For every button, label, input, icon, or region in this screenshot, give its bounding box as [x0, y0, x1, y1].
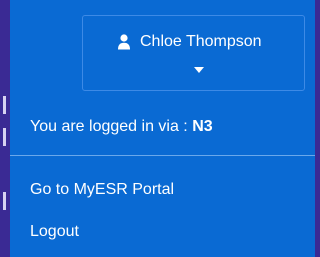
caret-down-icon[interactable] [194, 67, 204, 73]
login-status: You are logged in via : N3 [30, 117, 213, 137]
user-icon [118, 34, 130, 50]
logout-link[interactable]: Logout [30, 222, 79, 242]
edge-mark [3, 128, 6, 146]
edge-mark [3, 96, 6, 114]
go-to-myesr-portal-link[interactable]: Go to MyESR Portal [30, 180, 174, 200]
menu-divider [10, 155, 315, 156]
login-method: N3 [192, 118, 213, 135]
username: Chloe Thompson [140, 33, 262, 50]
background-edge [0, 96, 10, 224]
edge-mark [3, 192, 6, 210]
user-display: Chloe Thompson [117, 32, 262, 52]
user-menu-toggle[interactable]: Chloe Thompson [82, 15, 305, 91]
login-status-label: You are logged in via : [30, 118, 193, 135]
